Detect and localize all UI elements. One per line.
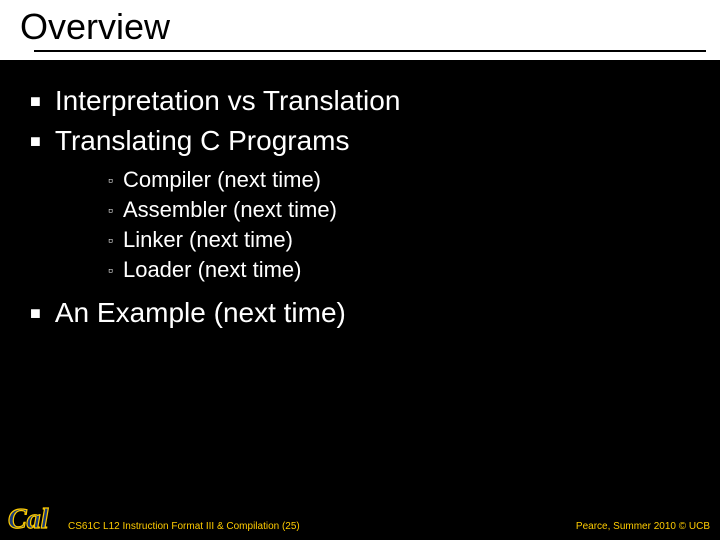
bullet-list-level1: ■ Interpretation vs Translation ■ Transl… <box>30 84 720 158</box>
bullet-text: Interpretation vs Translation <box>55 84 401 118</box>
square-bullet-icon: ■ <box>30 84 41 118</box>
cal-logo: Cal <box>4 498 60 538</box>
list-item: ▫ Loader (next time) <box>108 256 720 284</box>
square-bullet-icon: ■ <box>30 124 41 158</box>
slide-title: Overview <box>20 6 720 48</box>
footer-left-text: CS61C L12 Instruction Format III & Compi… <box>68 521 300 532</box>
list-item: ■ Translating C Programs <box>30 124 720 158</box>
list-item: ■ Interpretation vs Translation <box>30 84 720 118</box>
bullet-list-level1: ■ An Example (next time) <box>30 296 720 330</box>
list-item: ■ An Example (next time) <box>30 296 720 330</box>
slide-content: ■ Interpretation vs Translation ■ Transl… <box>0 60 720 330</box>
square-bullet-icon: ■ <box>30 296 41 330</box>
bullet-text: An Example (next time) <box>55 296 346 330</box>
hollow-square-bullet-icon: ▫ <box>108 226 113 254</box>
slide-footer: Cal CS61C L12 Instruction Format III & C… <box>0 508 720 540</box>
bullet-text: Translating C Programs <box>55 124 350 158</box>
list-item: ▫ Linker (next time) <box>108 226 720 254</box>
hollow-square-bullet-icon: ▫ <box>108 166 113 194</box>
hollow-square-bullet-icon: ▫ <box>108 256 113 284</box>
bullet-text: Linker (next time) <box>123 226 293 254</box>
list-item: ▫ Assembler (next time) <box>108 196 720 224</box>
bullet-list-level2: ▫ Compiler (next time) ▫ Assembler (next… <box>108 166 720 284</box>
title-underline <box>34 50 706 52</box>
title-band: Overview <box>0 0 720 54</box>
bullet-text: Assembler (next time) <box>123 196 337 224</box>
footer-right-text: Pearce, Summer 2010 © UCB <box>576 521 710 532</box>
hollow-square-bullet-icon: ▫ <box>108 196 113 224</box>
bullet-text: Loader (next time) <box>123 256 302 284</box>
bullet-text: Compiler (next time) <box>123 166 321 194</box>
list-item: ▫ Compiler (next time) <box>108 166 720 194</box>
cal-logo-text: Cal <box>8 504 49 535</box>
